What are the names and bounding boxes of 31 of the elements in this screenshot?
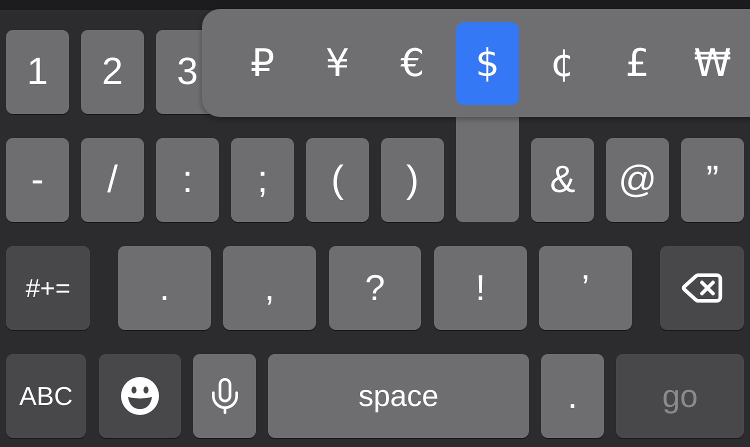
- key[interactable]: ’: [539, 246, 632, 330]
- key[interactable]: ,: [223, 246, 316, 330]
- space-key[interactable]: space: [268, 354, 529, 438]
- currency-option[interactable]: ¢: [531, 22, 594, 105]
- key[interactable]: 1: [6, 30, 69, 114]
- backspace-key[interactable]: [660, 246, 744, 330]
- dictation-key[interactable]: [193, 354, 256, 438]
- currency-option[interactable]: $: [456, 22, 519, 105]
- function-key[interactable]: #+=: [6, 246, 90, 330]
- function-key[interactable]: ABC: [6, 354, 86, 438]
- key[interactable]: &: [531, 138, 594, 222]
- currency-option[interactable]: €: [381, 22, 444, 105]
- smiley-icon: [120, 376, 160, 416]
- key[interactable]: .: [118, 246, 211, 330]
- key[interactable]: -: [6, 138, 69, 222]
- emoji-key[interactable]: [99, 354, 181, 438]
- key[interactable]: ?: [329, 246, 421, 330]
- currency-option[interactable]: ¥: [306, 22, 369, 105]
- key[interactable]: ;: [231, 138, 294, 222]
- currency-option[interactable]: ₽: [231, 22, 294, 105]
- key[interactable]: ”: [681, 138, 744, 222]
- key[interactable]: .: [541, 354, 604, 438]
- key[interactable]: 2: [81, 30, 144, 114]
- key[interactable]: @: [606, 138, 669, 222]
- currency-option[interactable]: ₩: [681, 22, 744, 105]
- key[interactable]: /: [81, 138, 144, 222]
- key[interactable]: !: [434, 246, 527, 330]
- key[interactable]: :: [156, 138, 219, 222]
- key[interactable]: (: [306, 138, 369, 222]
- key[interactable]: ): [381, 138, 444, 222]
- currency-option[interactable]: £: [606, 22, 669, 105]
